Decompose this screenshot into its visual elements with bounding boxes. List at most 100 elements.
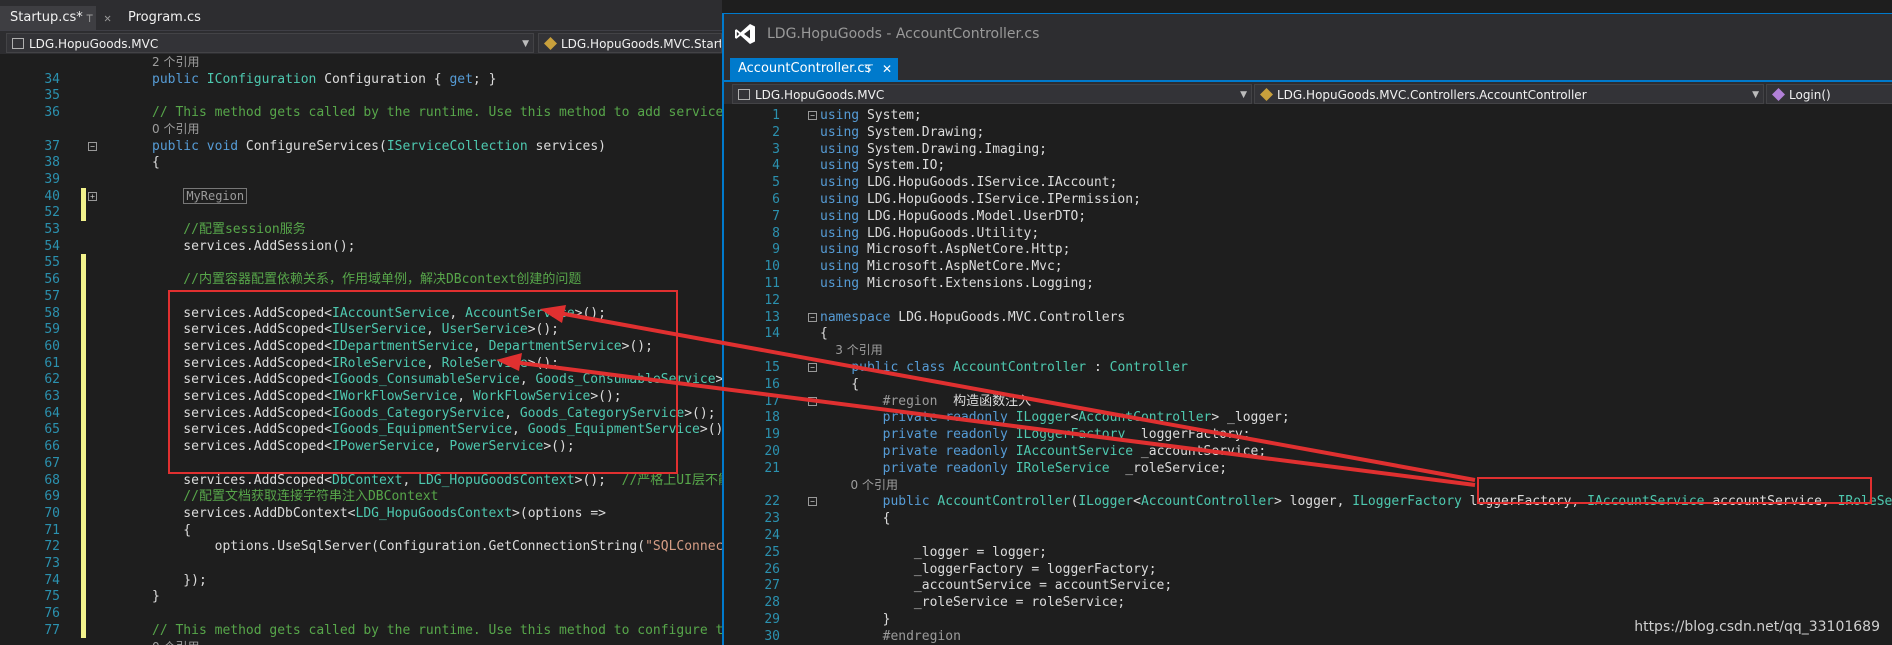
right-tab-bar: AccountController.cs ⊤ ✕ — [724, 54, 1892, 80]
collapse-region-icon[interactable]: − — [808, 363, 817, 372]
line-number: 22 — [764, 494, 780, 510]
code-text: #endregion — [882, 628, 961, 644]
line-number: 30 — [764, 628, 780, 644]
line-number: 69 — [44, 489, 60, 505]
reference-count[interactable]: 3 个引用 — [820, 342, 882, 359]
code-text: using System.Drawing.Imaging; — [820, 141, 1047, 157]
code-text: private readonly IAccountService _accoun… — [882, 444, 1267, 459]
right-code-editor[interactable]: 1 using System; 2 using System.Drawing; 3 usi… — [724, 104, 1892, 645]
code-text: private readonly ILoggerFactory _loggerF… — [882, 427, 1251, 443]
code-text: _roleService = roleService; — [820, 595, 1126, 611]
project-dropdown-label: LDG.HopuGoods.MVC — [755, 88, 885, 102]
line-number: 57 — [44, 288, 60, 304]
expand-region-icon[interactable]: + — [88, 191, 97, 201]
code-line: 54 services.AddSession(); — [0, 238, 722, 255]
project-dropdown[interactable]: LDG.HopuGoods.MVC ▼ — [6, 33, 534, 53]
watermark: https://blog.csdn.net/qq_33101689 — [1634, 619, 1880, 635]
tab-program-label: Program.cs — [128, 10, 201, 25]
reference-count[interactable]: 0 个引用 — [152, 121, 199, 138]
code-text: // This method gets called by the runtim… — [152, 622, 722, 638]
class-dropdown[interactable]: LDG.HopuGoods.MVC.Startup — [538, 33, 722, 53]
tab-account-controller[interactable]: AccountController.cs ⊤ ✕ — [730, 58, 898, 80]
code-line: 39 — [0, 171, 722, 188]
line-number: 5 — [772, 175, 780, 191]
line-number: 28 — [764, 595, 780, 611]
code-line: 27 _accountService = accountService; — [724, 577, 1892, 594]
code-text: services.AddSession(); — [152, 238, 356, 254]
pin-icon[interactable]: ⊤ — [86, 6, 93, 30]
code-text: using LDG.HopuGoods.IService.IAccount; — [820, 175, 1118, 191]
reference-count[interactable]: 2 个引用 — [152, 54, 199, 71]
code-text: _accountService = accountService; — [820, 578, 1173, 594]
class-dropdown[interactable]: LDG.HopuGoods.MVC.Controllers.AccountCon… — [1254, 84, 1764, 104]
line-number: 71 — [44, 522, 60, 538]
class-icon — [544, 37, 557, 50]
code-text: { — [152, 155, 160, 171]
class-dropdown-label: LDG.HopuGoods.MVC.Controllers.AccountCon… — [1277, 88, 1587, 102]
left-editor-window: Startup.cs* ⊤ ✕ Program.cs LDG.HopuGoods… — [0, 0, 722, 645]
code-line: 18 private readonly ILogger<AccountContr… — [724, 409, 1892, 426]
line-number: 14 — [764, 326, 780, 342]
code-line: 20 private readonly IAccountService _acc… — [724, 443, 1892, 460]
line-number: 67 — [44, 455, 60, 471]
reference-count[interactable]: 0 个引用 — [152, 639, 199, 645]
tab-account-controller-label: AccountController.cs — [738, 61, 872, 76]
code-line: 55 — [0, 254, 722, 271]
code-line: 76 — [0, 605, 722, 622]
line-number: 75 — [44, 589, 60, 605]
class-icon — [1260, 88, 1273, 101]
line-number: 10 — [764, 259, 780, 275]
close-icon[interactable]: ✕ — [882, 58, 892, 80]
code-text: { — [820, 376, 860, 392]
line-number: 36 — [44, 105, 60, 121]
code-line: 37 public void ConfigureServices(IService… — [0, 138, 722, 155]
code-line: 3 using System.Drawing.Imaging; — [724, 141, 1892, 158]
line-number: 37 — [44, 138, 60, 154]
code-text: #region 构造函数注入 — [882, 393, 1032, 409]
code-line: 19 private readonly ILoggerFactory _logg… — [724, 426, 1892, 443]
code-line: 77 // This method gets called by the runt… — [0, 622, 722, 639]
chevron-down-icon: ▼ — [522, 39, 529, 49]
close-icon[interactable]: ✕ — [104, 6, 111, 30]
code-line: 26 _loggerFactory = loggerFactory; — [724, 561, 1892, 578]
annotation-box-constructor-params — [1477, 477, 1872, 504]
code-text: public IConfiguration Configuration { ge… — [152, 71, 497, 87]
left-tab-bar: Startup.cs* ⊤ ✕ Program.cs — [0, 0, 722, 30]
code-line: 74 }); — [0, 572, 722, 589]
code-line: 0 个引用 — [0, 639, 722, 645]
line-number: 38 — [44, 155, 60, 171]
code-text: services.AddDbContext<LDG_HopuGoodsConte… — [152, 505, 606, 521]
collapse-region-icon[interactable]: − — [808, 111, 817, 120]
chevron-down-icon: ▼ — [1240, 90, 1247, 100]
line-number: 9 — [772, 242, 780, 258]
line-number: 15 — [764, 360, 780, 375]
code-line: 1 using System; — [724, 107, 1892, 124]
code-line: 40 MyRegion — [0, 187, 722, 205]
line-number: 13 — [764, 309, 780, 325]
line-number: 70 — [44, 505, 60, 521]
collapse-region-icon[interactable]: − — [808, 312, 817, 322]
right-navigation-bar: LDG.HopuGoods.MVC ▼ LDG.HopuGoods.MVC.Co… — [724, 80, 1892, 104]
code-line: 21 private readonly IRoleService _roleSe… — [724, 460, 1892, 477]
tab-startup[interactable]: Startup.cs* — [0, 6, 96, 30]
code-text: namespace LDG.HopuGoods.MVC.Controllers — [820, 309, 1126, 325]
code-line: 69 //配置文档获取连接字符串注入DBContext — [0, 488, 722, 505]
tab-program[interactable]: Program.cs — [118, 6, 211, 30]
pin-icon[interactable]: ⊤ — [864, 58, 874, 80]
collapse-region-icon[interactable]: − — [88, 141, 97, 151]
collapse-region-icon[interactable]: − — [808, 497, 817, 507]
line-number: 76 — [44, 606, 60, 622]
code-text: using Microsoft.AspNetCore.Http; — [820, 242, 1071, 258]
member-dropdown-label: Login() — [1789, 88, 1831, 102]
line-number: 20 — [764, 444, 780, 459]
line-number: 77 — [44, 622, 60, 638]
window-title: LDG.HopuGoods - AccountController.cs — [767, 26, 1040, 42]
code-line: 34 public IConfiguration Configuration { … — [0, 71, 722, 88]
line-number: 19 — [764, 427, 780, 443]
line-number: 12 — [764, 292, 780, 308]
code-text: using Microsoft.Extensions.Logging; — [820, 276, 1094, 291]
reference-count[interactable]: 0 个引用 — [820, 477, 898, 494]
member-dropdown[interactable]: Login() — [1766, 84, 1892, 104]
collapse-region-icon[interactable]: − — [808, 396, 817, 406]
project-dropdown[interactable]: LDG.HopuGoods.MVC ▼ — [732, 84, 1252, 104]
